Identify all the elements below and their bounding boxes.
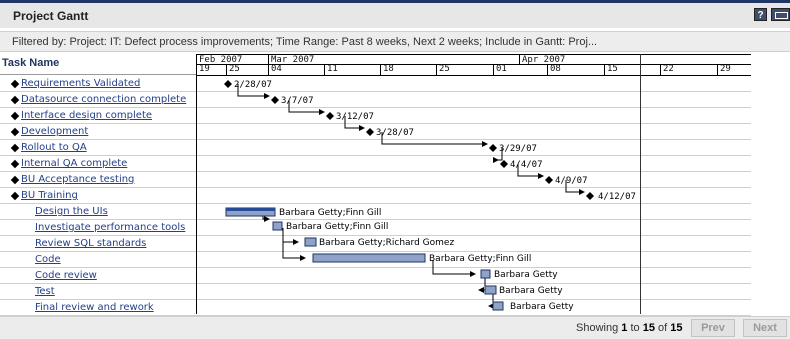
task-link[interactable]: BU Acceptance testing — [21, 174, 134, 185]
milestone-bullet-icon — [10, 111, 20, 121]
gantt-timeline: 2/28/07 3/7/07 3/12/07 3/28/07 3/29/07 4… — [196, 54, 751, 314]
filter-summary: Filtered by: Project: IT: Defect process… — [0, 31, 790, 52]
week-header: 19 — [197, 64, 227, 75]
task-link[interactable]: Test — [35, 286, 55, 297]
milestone-bullet-icon — [10, 191, 20, 201]
range-end: 15 — [642, 322, 655, 334]
gantt-task-bar[interactable] — [480, 269, 491, 279]
task-link[interactable]: Investigate performance tools — [35, 222, 185, 233]
week-header: 25 — [227, 64, 269, 75]
project-gantt-portlet: Project Gantt ? Filtered by: Project: IT… — [0, 0, 790, 339]
portlet-title: Project Gantt — [13, 9, 89, 23]
task-link[interactable]: Interface design complete — [21, 110, 152, 121]
task-link[interactable]: Code review — [35, 270, 97, 281]
resource-label: Barbara Getty;Richard Gomez — [319, 238, 454, 248]
task-link[interactable]: Development — [21, 126, 88, 137]
gantt-task-bar[interactable] — [312, 253, 426, 263]
task-link[interactable]: Internal QA complete — [21, 158, 127, 169]
task-link[interactable]: BU Training — [21, 190, 78, 201]
to-word: to — [630, 322, 640, 334]
month-header: Feb 2007 — [197, 55, 269, 64]
milestone-diamond-icon[interactable] — [500, 160, 508, 168]
milestone-bullet-icon — [10, 143, 20, 153]
milestone-diamond-icon[interactable] — [586, 192, 594, 200]
gantt-grid: Task Name Feb 2007 Mar 2007 Apr 2007 19 … — [0, 54, 751, 316]
week-header: 15 — [605, 64, 661, 75]
milestone-bullet-icon — [10, 175, 20, 185]
milestone-date-label: 3/28/07 — [376, 128, 414, 138]
week-header: 11 — [325, 64, 381, 75]
of-word: of — [658, 322, 668, 334]
export-icon[interactable] — [771, 8, 790, 21]
resource-label: Barbara Getty — [494, 270, 558, 280]
gantt-milestones — [224, 80, 594, 200]
milestone-bullet-icon — [10, 127, 20, 137]
week-header: 29 — [720, 64, 731, 74]
gantt-chart-svg: 2/28/07 3/7/07 3/12/07 3/28/07 3/29/07 4… — [224, 80, 636, 312]
resource-label: Barbara Getty;Finn Gill — [286, 222, 388, 232]
gantt-task-bar[interactable] — [272, 221, 283, 231]
week-header: 25 — [437, 64, 494, 75]
milestone-date-label: 3/29/07 — [499, 144, 537, 154]
resource-label: Barbara Getty;Finn Gill — [279, 208, 381, 218]
gantt-task-bar[interactable] — [492, 301, 504, 311]
showing-prefix: Showing — [576, 322, 619, 334]
milestone-date-label: 4/12/07 — [598, 192, 636, 202]
help-icon[interactable]: ? — [754, 8, 767, 21]
milestone-diamond-icon[interactable] — [224, 80, 232, 88]
milestone-bullet-icon — [10, 159, 20, 169]
milestone-date-label: 4/9/07 — [555, 176, 588, 186]
milestone-diamond-icon[interactable] — [545, 176, 553, 184]
task-link[interactable]: Requirements Validated — [21, 78, 140, 89]
milestone-diamond-icon[interactable] — [326, 112, 334, 120]
gantt-task-bar[interactable] — [304, 237, 317, 247]
milestone-bullet-icon — [10, 79, 20, 89]
week-header-row: 19 25 04 11 18 25 01 08 15 22 29 — [196, 64, 751, 76]
task-link[interactable]: Datasource connection complete — [21, 94, 186, 105]
prev-button[interactable]: Prev — [691, 319, 735, 337]
resource-label: Barbara Getty;Finn Gill — [429, 254, 531, 264]
gantt-progress-bar — [226, 208, 275, 211]
week-header: 01 — [494, 64, 548, 75]
task-link[interactable]: Rollout to QA — [21, 142, 87, 153]
pagination-footer: Showing 1 to 15 of 15 Prev Next — [0, 316, 790, 339]
portlet-titlebar: Project Gantt ? — [0, 0, 790, 28]
task-link[interactable]: Review SQL standards — [35, 238, 146, 249]
milestone-diamond-icon[interactable] — [366, 128, 374, 136]
resource-label: Barbara Getty — [499, 286, 563, 296]
week-header: 22 — [661, 64, 718, 75]
month-header: Mar 2007 — [269, 55, 520, 64]
task-link[interactable]: Final review and rework — [35, 302, 154, 313]
task-link[interactable]: Code — [35, 254, 61, 265]
milestone-date-label: 4/4/07 — [510, 160, 543, 170]
range-start: 1 — [621, 322, 628, 334]
milestone-date-label: 3/7/07 — [281, 96, 314, 106]
milestone-diamond-icon[interactable] — [271, 96, 279, 104]
task-link[interactable]: Design the UIs — [35, 206, 108, 217]
week-header: 18 — [381, 64, 437, 75]
task-name-column-header[interactable]: Task Name — [0, 54, 196, 75]
milestone-bullet-icon — [10, 95, 20, 105]
pagination-summary: Showing 1 to 15 of 15 — [576, 322, 683, 334]
gantt-task-bar[interactable] — [484, 285, 497, 295]
week-header: 08 — [548, 64, 605, 75]
milestone-date-label: 2/28/07 — [234, 80, 272, 90]
next-button[interactable]: Next — [743, 319, 787, 337]
month-header: Apr 2007 — [522, 55, 566, 64]
milestone-diamond-icon[interactable] — [489, 144, 497, 152]
resource-label: Barbara Getty — [510, 302, 574, 312]
week-header: 04 — [269, 64, 325, 75]
milestone-date-label: 3/12/07 — [336, 112, 374, 122]
total-count: 15 — [670, 322, 683, 334]
gantt-labels: 2/28/07 3/7/07 3/12/07 3/28/07 3/29/07 4… — [234, 80, 636, 202]
